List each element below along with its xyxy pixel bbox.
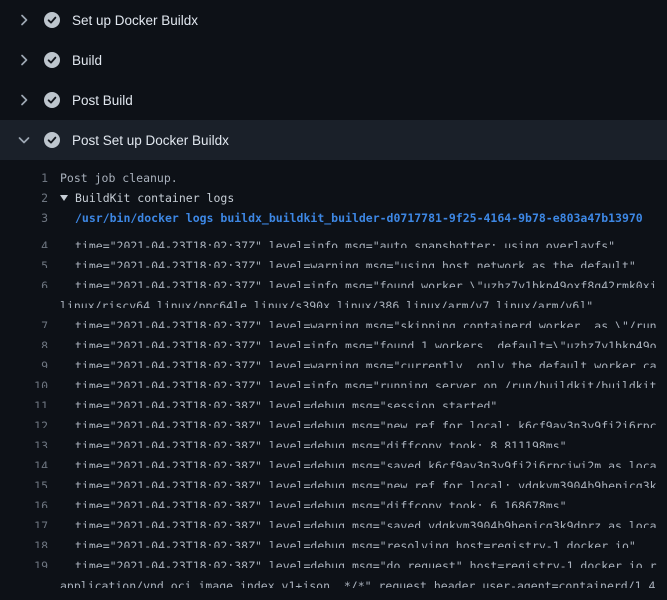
log-line-number [0, 296, 60, 308]
check-circle-icon [44, 52, 60, 68]
log-line-text: time="2021-04-23T18:02:37Z" level=warnin… [60, 356, 657, 368]
log-line-text: time="2021-04-23T18:02:38Z" level=debug … [60, 596, 650, 600]
log-line-number[interactable]: 20 [0, 596, 60, 600]
log-line-text: linux/riscv64 linux/ppc64le linux/s390x … [60, 296, 593, 308]
log-line-text: time="2021-04-23T18:02:38Z" level=debug … [60, 496, 567, 508]
log-line-text: BuildKit container logs [60, 188, 234, 208]
chevron-right-icon [16, 92, 32, 108]
log-line-number[interactable]: 1 [0, 168, 60, 188]
log-line-text: time="2021-04-23T18:02:38Z" level=debug … [60, 476, 657, 488]
log-line-number[interactable]: 15 [0, 476, 60, 488]
log-line: 4time="2021-04-23T18:02:37Z" level=info … [0, 228, 667, 248]
log-line-number[interactable]: 11 [0, 396, 60, 408]
log-line-text: time="2021-04-23T18:02:38Z" level=debug … [60, 416, 657, 428]
log-line-number[interactable]: 19 [0, 556, 60, 568]
log-line: 8time="2021-04-23T18:02:37Z" level=info … [0, 328, 667, 348]
log-line-text: application/vnd.oci.image.index.v1+json,… [60, 576, 655, 588]
log-line: 1Post job cleanup. [0, 168, 667, 188]
log-line-text: Post job cleanup. [60, 168, 178, 188]
log-line-number[interactable]: 18 [0, 536, 60, 548]
chevron-down-icon [16, 132, 32, 148]
log-line-number[interactable]: 16 [0, 496, 60, 508]
log-line: 14time="2021-04-23T18:02:38Z" level=debu… [0, 448, 667, 468]
chevron-right-icon [16, 12, 32, 28]
log-line: 12time="2021-04-23T18:02:38Z" level=debu… [0, 408, 667, 428]
log-line: 16time="2021-04-23T18:02:38Z" level=debu… [0, 488, 667, 508]
log-line-number[interactable]: 12 [0, 416, 60, 428]
log-line-text: time="2021-04-23T18:02:38Z" level=debug … [60, 536, 636, 548]
log-line-text: time="2021-04-23T18:02:37Z" level=info m… [60, 376, 657, 388]
step-header-set-up-docker-buildx[interactable]: Set up Docker Buildx [0, 0, 667, 40]
log-line: 6time="2021-04-23T18:02:37Z" level=info … [0, 268, 667, 288]
log-line-number [0, 576, 60, 588]
log-line: 17time="2021-04-23T18:02:38Z" level=debu… [0, 508, 667, 528]
job-steps-list: Set up Docker Buildx Build Post Build Post … [0, 0, 667, 160]
step-label: Post Set up Docker Buildx [72, 133, 229, 148]
log-line: 9time="2021-04-23T18:02:37Z" level=warni… [0, 348, 667, 368]
step-header-post-build[interactable]: Post Build [0, 80, 667, 120]
log-line: 18time="2021-04-23T18:02:38Z" level=debu… [0, 528, 667, 548]
step-label: Build [72, 53, 102, 68]
step-label: Set up Docker Buildx [72, 13, 198, 28]
log-line-number[interactable]: 5 [0, 256, 60, 268]
log-view: 1Post job cleanup.2 BuildKit container lo… [0, 160, 667, 600]
log-line: 11time="2021-04-23T18:02:38Z" level=debu… [0, 388, 667, 408]
log-line-number[interactable]: 9 [0, 356, 60, 368]
check-circle-icon [44, 12, 60, 28]
log-line-number[interactable]: 3 [0, 208, 60, 228]
log-line-number[interactable]: 7 [0, 316, 60, 328]
log-line-number[interactable]: 2 [0, 188, 60, 208]
log-line-number[interactable]: 14 [0, 456, 60, 468]
chevron-right-icon [16, 52, 32, 68]
check-circle-icon [44, 132, 60, 148]
check-circle-icon [44, 92, 60, 108]
log-line-number[interactable]: 6 [0, 276, 60, 288]
triangle-down-icon [60, 195, 68, 201]
log-line-text: time="2021-04-23T18:02:37Z" level=warnin… [60, 256, 636, 268]
log-line-number[interactable]: 4 [0, 236, 60, 248]
log-line: 10time="2021-04-23T18:02:37Z" level=info… [0, 368, 667, 388]
log-line-text: time="2021-04-23T18:02:37Z" level=warnin… [60, 316, 657, 328]
log-line: application/vnd.oci.image.index.v1+json,… [0, 568, 667, 588]
step-header-build[interactable]: Build [0, 40, 667, 80]
log-line-text: time="2021-04-23T18:02:37Z" level=info m… [60, 336, 657, 348]
log-line-text: time="2021-04-23T18:02:38Z" level=debug … [60, 516, 657, 528]
log-line-number[interactable]: 17 [0, 516, 60, 528]
log-line-text: time="2021-04-23T18:02:38Z" level=debug … [60, 436, 567, 448]
log-line-number[interactable]: 13 [0, 436, 60, 448]
log-line-text: /usr/bin/docker logs buildx_buildkit_bui… [60, 208, 643, 228]
log-group-label: BuildKit container logs [75, 191, 234, 205]
log-line: linux/riscv64 linux/ppc64le linux/s390x … [0, 288, 667, 308]
log-line: 7time="2021-04-23T18:02:37Z" level=warni… [0, 308, 667, 328]
step-header-post-set-up-docker-buildx[interactable]: Post Set up Docker Buildx [0, 120, 667, 160]
log-command-line: 3/usr/bin/docker logs buildx_buildkit_bu… [0, 208, 667, 228]
log-line: 19time="2021-04-23T18:02:38Z" level=debu… [0, 548, 667, 568]
step-label: Post Build [72, 93, 133, 108]
log-line-text: time="2021-04-23T18:02:37Z" level=info m… [60, 276, 657, 288]
log-line-text: time="2021-04-23T18:02:38Z" level=debug … [60, 556, 657, 568]
log-line-number[interactable]: 10 [0, 376, 60, 388]
log-line: 15time="2021-04-23T18:02:38Z" level=debu… [0, 468, 667, 488]
log-line: 13time="2021-04-23T18:02:38Z" level=debu… [0, 428, 667, 448]
log-line-text: time="2021-04-23T18:02:38Z" level=debug … [60, 396, 497, 408]
log-line: 5time="2021-04-23T18:02:37Z" level=warni… [0, 248, 667, 268]
log-group-line[interactable]: 2 BuildKit container logs [0, 188, 667, 208]
log-line: 20time="2021-04-23T18:02:38Z" level=debu… [0, 588, 667, 600]
log-line-text: time="2021-04-23T18:02:38Z" level=debug … [60, 456, 657, 468]
log-line-text: time="2021-04-23T18:02:37Z" level=info m… [60, 236, 615, 248]
log-line-number[interactable]: 8 [0, 336, 60, 348]
